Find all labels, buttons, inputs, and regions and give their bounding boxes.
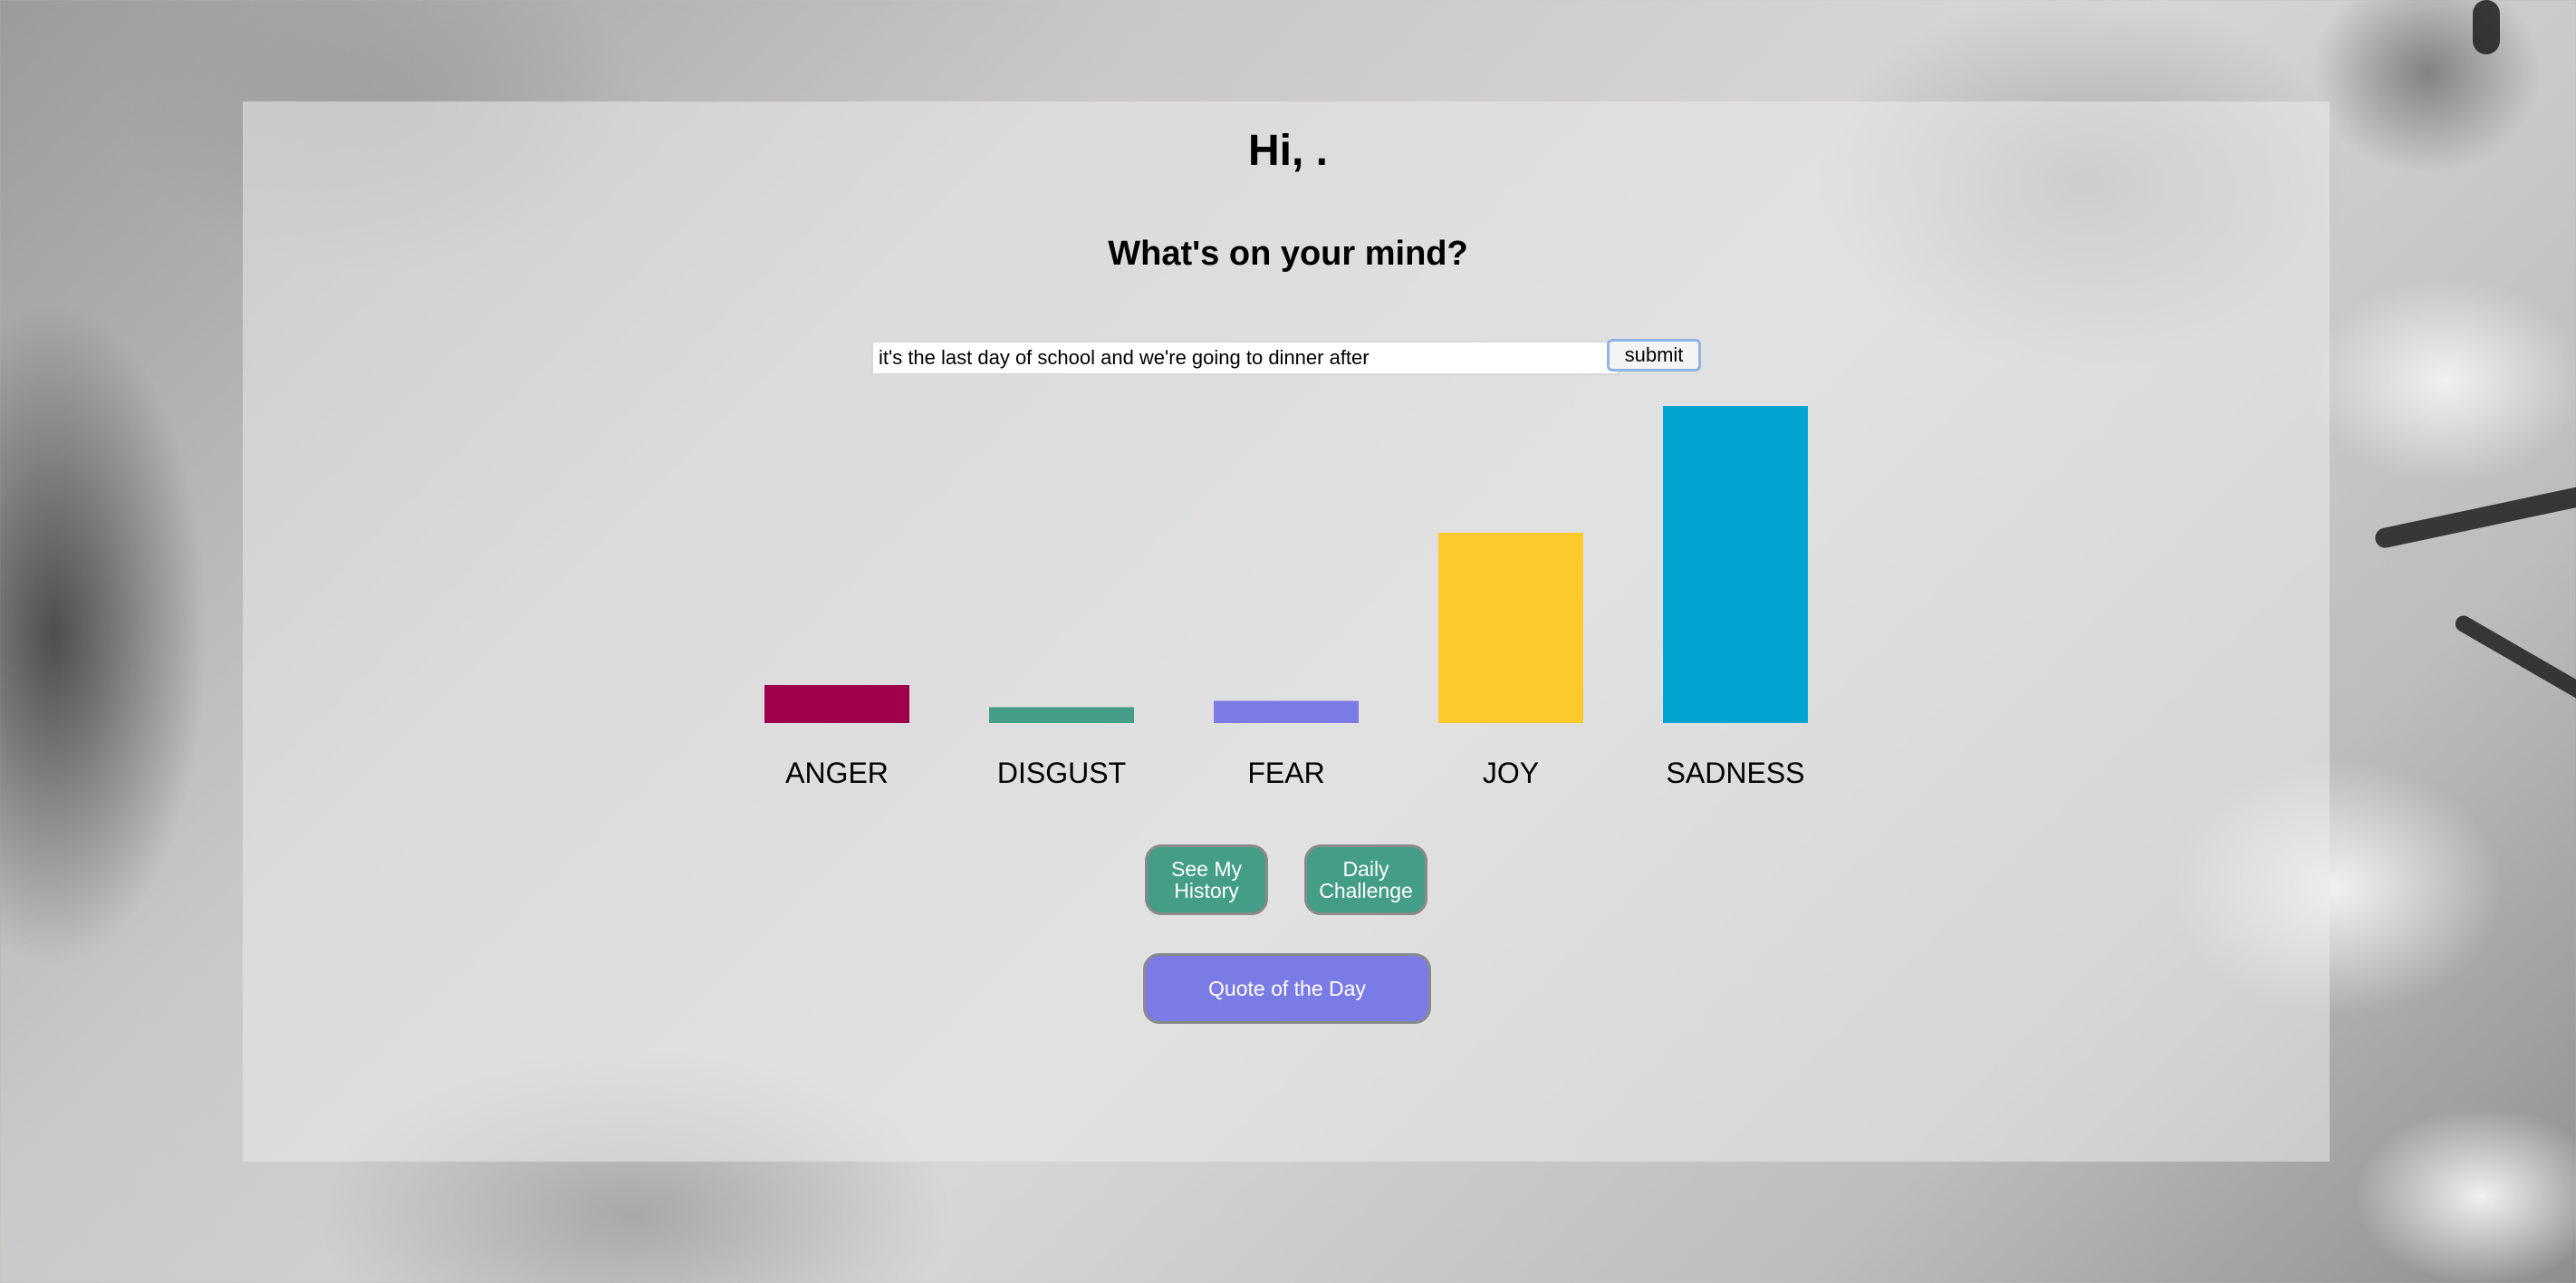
submit-button[interactable]: submit xyxy=(1607,339,1701,371)
journal-entry-input[interactable] xyxy=(871,341,1620,375)
quote-of-the-day-button[interactable]: Quote of the Day xyxy=(1143,953,1431,1024)
background-branch-decoration xyxy=(2373,485,2576,550)
see-my-history-button[interactable]: See My History xyxy=(1145,844,1268,915)
greeting-heading: Hi, . xyxy=(1247,127,1328,175)
page: { "greeting": "Hi, .", "prompt": "What's… xyxy=(0,0,2576,1283)
daily-challenge-button[interactable]: Daily Challenge xyxy=(1304,844,1427,915)
background-branch-decoration xyxy=(2473,0,2500,54)
prompt-heading: What's on your mind? xyxy=(1108,235,1468,273)
background-branch-decoration xyxy=(2452,613,2576,709)
